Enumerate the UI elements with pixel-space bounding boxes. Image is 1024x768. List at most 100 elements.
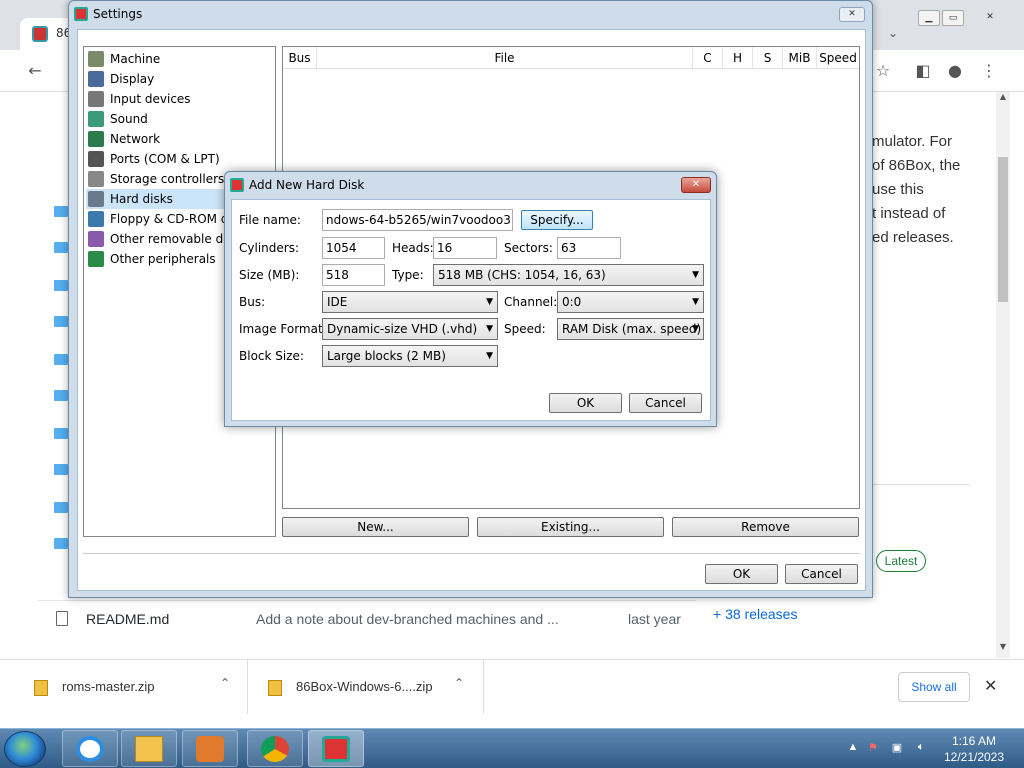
type-label: Type: (392, 268, 424, 282)
folder-icon (135, 736, 163, 762)
nav-item-ports[interactable]: Ports (COM & LPT) (86, 149, 275, 169)
readme-row[interactable]: README.md Add a note about dev-branched … (38, 600, 696, 636)
existing-button[interactable]: Existing... (477, 517, 664, 537)
bookmark-star-icon[interactable]: ☆ (872, 60, 894, 82)
block-size-select[interactable]: Large blocks (2 MB) ▼ (322, 345, 498, 367)
image-format-select[interactable]: Dynamic-size VHD (.vhd) ▼ (322, 318, 498, 340)
cylinders-field[interactable]: 1054 (322, 237, 385, 259)
releases-link[interactable]: + 38 releases (713, 606, 797, 622)
folder-icon (54, 390, 68, 401)
readme-filename[interactable]: README.md (86, 611, 169, 627)
nav-item-sound[interactable]: Sound (86, 109, 275, 129)
type-select[interactable]: 518 MB (CHS: 1054, 16, 63) ▼ (433, 264, 704, 286)
col-h[interactable]: H (723, 47, 753, 69)
close-downloads-icon[interactable]: ✕ (984, 676, 997, 695)
cylinders-label: Cylinders: (239, 241, 299, 255)
image-format-select-value: Dynamic-size VHD (.vhd) (327, 322, 478, 336)
col-mib[interactable]: MiB (783, 47, 817, 69)
maximize-button[interactable]: ▭ (942, 10, 964, 26)
nav-item-machine[interactable]: Machine (86, 49, 275, 69)
settings-close-button[interactable]: ✕ (839, 7, 865, 22)
start-button[interactable] (4, 731, 46, 767)
tab-search-chevron-icon[interactable]: ⌄ (882, 22, 904, 44)
nav-item-input-devices[interactable]: Input devices (86, 89, 275, 109)
remove-button[interactable]: Remove (672, 517, 859, 537)
minimize-button[interactable]: ▁ (918, 10, 940, 26)
download-item[interactable]: 86Box-Windows-6....zip ⌃ (248, 660, 484, 714)
page-scrollbar[interactable] (996, 92, 1010, 658)
profile-avatar-icon[interactable]: ● (944, 60, 966, 82)
dropdown-arrow-icon: ▼ (486, 297, 493, 307)
dialog-title: Add New Hard Disk (249, 178, 365, 192)
peripherals-icon (88, 251, 104, 267)
file-list-icons (38, 92, 68, 652)
browser-close-button[interactable]: ✕ (976, 10, 1004, 26)
dropdown-arrow-icon: ▼ (486, 324, 493, 334)
size-field[interactable]: 518 (322, 264, 385, 286)
show-all-button[interactable]: Show all (898, 672, 970, 702)
about-line: mulator. For (872, 133, 953, 150)
show-hidden-icons-icon[interactable]: ▲ (846, 741, 860, 755)
taskbar-media-player-button[interactable] (182, 730, 238, 767)
dialog-client: File name: ndows-64-b5265/win7voodoo3.vh… (231, 199, 711, 421)
scroll-down-icon[interactable]: ▼ (996, 642, 1010, 656)
settings-ok-button[interactable]: OK (705, 564, 778, 584)
settings-cancel-button[interactable]: Cancel (785, 564, 858, 584)
scroll-up-icon[interactable]: ▲ (996, 92, 1010, 106)
action-center-icon[interactable]: ⚑ (866, 741, 880, 755)
col-c[interactable]: C (693, 47, 723, 69)
folder-icon (54, 538, 68, 549)
col-bus[interactable]: Bus (283, 47, 317, 69)
chevron-up-icon[interactable]: ⌃ (220, 676, 230, 690)
col-speed[interactable]: Speed (817, 47, 859, 69)
size-label: Size (MB): (239, 268, 300, 282)
taskbar-86box-button[interactable] (308, 730, 364, 767)
settings-titlebar[interactable]: Settings ✕ (69, 1, 872, 29)
taskbar-chrome-button[interactable] (247, 730, 303, 767)
scrollbar-thumb[interactable] (998, 157, 1008, 302)
volume-icon[interactable]: 🔈︎ (914, 741, 928, 755)
side-panel-icon[interactable]: ◧ (912, 60, 934, 82)
clock-date[interactable]: 12/21/2023 (940, 750, 1008, 764)
menu-kebab-icon[interactable]: ⋮ (978, 60, 1000, 82)
heads-field[interactable]: 16 (433, 237, 497, 259)
chevron-up-icon[interactable]: ⌃ (454, 676, 464, 690)
channel-label: Channel: (504, 295, 558, 309)
bus-select[interactable]: IDE ▼ (322, 291, 498, 313)
channel-select[interactable]: 0:0 ▼ (557, 291, 704, 313)
col-s[interactable]: S (753, 47, 783, 69)
readme-commit-message[interactable]: Add a note about dev-branched machines a… (256, 611, 559, 627)
ports-icon (88, 151, 104, 167)
file-name-field[interactable]: ndows-64-b5265/win7voodoo3.vhd (322, 209, 513, 231)
chrome-icon (261, 736, 289, 762)
folder-icon (54, 502, 68, 513)
settings-title: Settings (93, 7, 143, 21)
clock-time[interactable]: 1:16 AM (944, 734, 1004, 748)
dialog-cancel-button[interactable]: Cancel (629, 393, 702, 413)
nav-item-label: Ports (COM & LPT) (110, 152, 220, 166)
col-file[interactable]: File (317, 47, 693, 69)
about-line: ed releases. (872, 229, 954, 246)
taskbar-explorer-button[interactable] (121, 730, 177, 767)
download-item[interactable]: roms-master.zip ⌃ (0, 660, 248, 714)
nav-item-label: Other peripherals (110, 252, 216, 266)
dialog-close-button[interactable]: ✕ (681, 177, 711, 193)
network-icon[interactable]: ▣ (890, 741, 904, 755)
folder-icon (54, 280, 68, 291)
speed-select[interactable]: RAM Disk (max. speed) ▼ (557, 318, 704, 340)
block-size-label: Block Size: (239, 349, 304, 363)
taskbar-ie-button[interactable] (62, 730, 118, 767)
type-select-value: 518 MB (CHS: 1054, 16, 63) (438, 268, 606, 282)
back-arrow-icon[interactable]: ← (24, 60, 46, 82)
speed-select-value: RAM Disk (max. speed) (562, 322, 702, 336)
folder-icon (54, 354, 68, 365)
nav-item-label: Hard disks (110, 192, 173, 206)
specify-button[interactable]: Specify... (521, 210, 593, 230)
dialog-ok-button[interactable]: OK (549, 393, 622, 413)
sectors-field[interactable]: 63 (557, 237, 621, 259)
new-button[interactable]: New... (282, 517, 469, 537)
hard-disk-icon (88, 191, 104, 207)
86box-app-icon (230, 178, 244, 192)
nav-item-display[interactable]: Display (86, 69, 275, 89)
nav-item-network[interactable]: Network (86, 129, 275, 149)
